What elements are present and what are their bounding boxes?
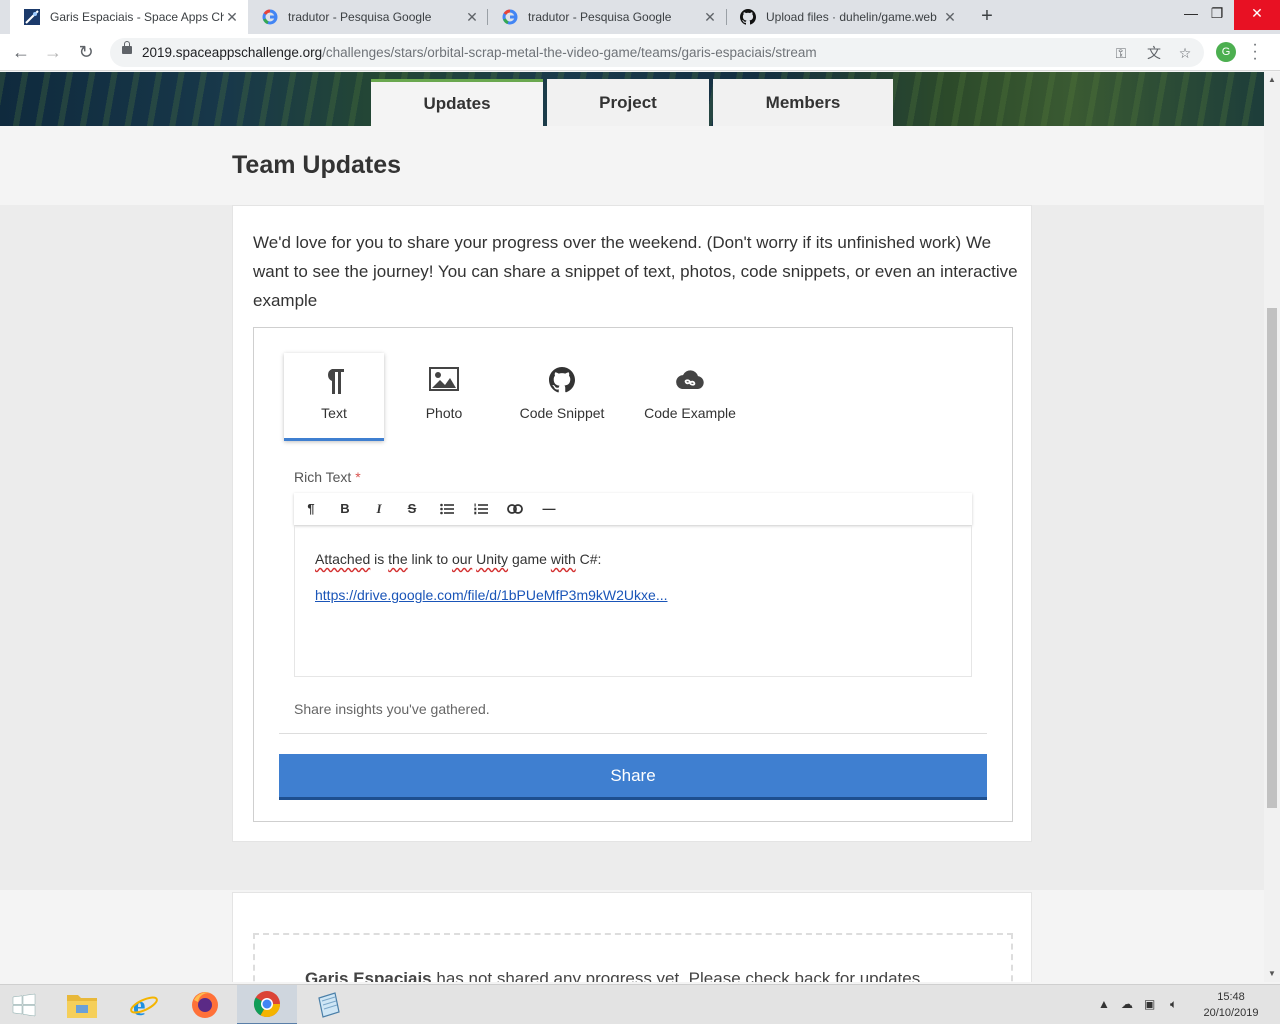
forward-arrow-icon[interactable]: → (41, 40, 65, 64)
windows-start-icon[interactable] (0, 985, 48, 1024)
rich-text-editor[interactable]: Attached is the link to our Unity game w… (294, 525, 972, 677)
key-icon[interactable]: ⚿ (1112, 44, 1130, 62)
volume-icon[interactable]: 🔈︎ (1170, 997, 1177, 1012)
scroll-up-icon[interactable]: ▲ (1264, 72, 1280, 88)
translate-icon[interactable]: 文 (1145, 44, 1163, 62)
clock-time: 15:48 (1217, 991, 1245, 1003)
share-button[interactable]: Share (279, 754, 987, 800)
lock-icon (122, 41, 132, 54)
paragraph-format-button[interactable]: ¶ (296, 493, 326, 525)
page-viewport: Updates Project Members Team Updates We'… (0, 72, 1264, 982)
type-label: Code Snippet (519, 405, 605, 421)
chrome-icon[interactable] (237, 985, 297, 1024)
tab-title: Garis Espaciais - Space Apps Chal (50, 10, 224, 24)
cloud-link-icon (635, 367, 745, 395)
browser-tab-1[interactable]: Garis Espaciais - Space Apps Chal ✕ (10, 0, 248, 34)
image-icon (394, 367, 494, 395)
tab-title: Upload files · duhelin/game.web (766, 10, 937, 24)
file-explorer-icon[interactable] (52, 985, 112, 1024)
browser-tab-bar: Garis Espaciais - Space Apps Chal ✕ trad… (0, 0, 1280, 34)
numbered-list-icon[interactable] (466, 493, 496, 525)
windows-taskbar: e ▲ ☁ ▣ 🔈︎ 15:48 20/10/2019 (0, 984, 1280, 1024)
scroll-down-icon[interactable]: ▼ (1264, 966, 1280, 982)
scrollbar-thumb[interactable] (1267, 308, 1277, 808)
close-tab-icon[interactable]: ✕ (942, 9, 958, 26)
tray-expand-icon[interactable]: ▲ (1098, 997, 1110, 1011)
page-scrollbar[interactable]: ▲ ▼ (1264, 72, 1280, 982)
url-text: 2019.spaceappschallenge.org/challenges/s… (142, 45, 817, 60)
editor-line-2: https://drive.google.com/file/d/1bPUeMfP… (315, 587, 667, 603)
new-tab-button[interactable]: + (976, 5, 998, 27)
intro-text: We'd love for you to share your progress… (253, 233, 1018, 310)
rich-text-label: Rich Text * (294, 469, 361, 485)
tab-members[interactable]: Members (713, 79, 893, 126)
tab-title: tradutor - Pesquisa Google (288, 10, 432, 24)
type-text-tab[interactable]: Text (284, 353, 384, 441)
more-menu-icon[interactable]: · · · (1252, 37, 1258, 67)
italic-button[interactable]: I (364, 493, 394, 525)
github-icon (740, 9, 756, 25)
tab-updates[interactable]: Updates (371, 79, 543, 126)
firefox-icon[interactable] (175, 985, 235, 1024)
bold-button[interactable]: B (330, 493, 360, 525)
close-tab-icon[interactable]: ✕ (464, 9, 480, 26)
space-apps-icon (24, 9, 40, 25)
google-icon (262, 9, 278, 25)
page-title: Team Updates (232, 151, 402, 179)
close-window-icon[interactable]: ✕ (1234, 0, 1280, 30)
browser-toolbar: ← → ↻ 2019.spaceappschallenge.org/challe… (0, 34, 1280, 71)
type-code-snippet-tab[interactable]: Code Snippet (512, 353, 612, 441)
rich-text-toolbar: ¶ B I S — (294, 493, 972, 525)
close-tab-icon[interactable]: ✕ (224, 9, 240, 26)
system-clock[interactable]: 15:48 20/10/2019 (1196, 989, 1266, 1021)
drive-link[interactable]: https://drive.google.com/file/d/1bPUeMfP… (315, 587, 667, 603)
clock-date: 20/10/2019 (1203, 1007, 1259, 1019)
link-icon[interactable] (500, 493, 530, 525)
type-label: Photo (425, 405, 463, 421)
strikethrough-button[interactable]: S (397, 493, 427, 525)
insights-hint: Share insights you've gathered. (294, 701, 490, 717)
type-label: Text (321, 405, 347, 421)
empty-state-message: Garis Espaciais has not shared any progr… (305, 969, 925, 982)
browser-tab-2[interactable]: tradutor - Pesquisa Google ✕ (248, 0, 488, 34)
internet-explorer-icon[interactable]: e (114, 985, 174, 1024)
paragraph-icon (284, 367, 384, 395)
horizontal-rule-button[interactable]: — (534, 493, 564, 525)
star-icon[interactable]: ☆ (1176, 44, 1194, 62)
close-tab-icon[interactable]: ✕ (702, 9, 718, 26)
notepad-icon[interactable] (298, 985, 358, 1024)
tray-app-icon[interactable]: ☁ (1121, 997, 1133, 1011)
google-icon (502, 9, 518, 25)
address-bar[interactable]: 2019.spaceappschallenge.org/challenges/s… (110, 38, 1204, 67)
editor-line-1: Attached is the link to our Unity game w… (315, 551, 602, 567)
type-photo-tab[interactable]: Photo (394, 353, 494, 441)
profile-avatar[interactable]: G (1216, 42, 1236, 62)
browser-tab-3[interactable]: tradutor - Pesquisa Google ✕ (488, 0, 726, 34)
update-composer: Text Photo Code Snippet Code Example Ric… (253, 327, 1013, 822)
type-code-example-tab[interactable]: Code Example (635, 353, 745, 441)
divider (279, 733, 987, 734)
bulleted-list-icon[interactable] (432, 493, 462, 525)
reload-icon[interactable]: ↻ (74, 40, 98, 64)
github-icon (512, 367, 612, 395)
network-icon[interactable]: ▣ (1144, 997, 1155, 1011)
tab-title: tradutor - Pesquisa Google (528, 10, 672, 24)
share-progress-card: We'd love for you to share your progress… (232, 205, 1032, 842)
type-label: Code Example (644, 405, 736, 421)
updates-feed-card: Garis Espaciais has not shared any progr… (232, 892, 1032, 982)
back-arrow-icon[interactable]: ← (9, 40, 33, 64)
browser-tab-4[interactable]: Upload files · duhelin/game.web ✕ (726, 0, 966, 34)
tab-project[interactable]: Project (547, 79, 709, 126)
